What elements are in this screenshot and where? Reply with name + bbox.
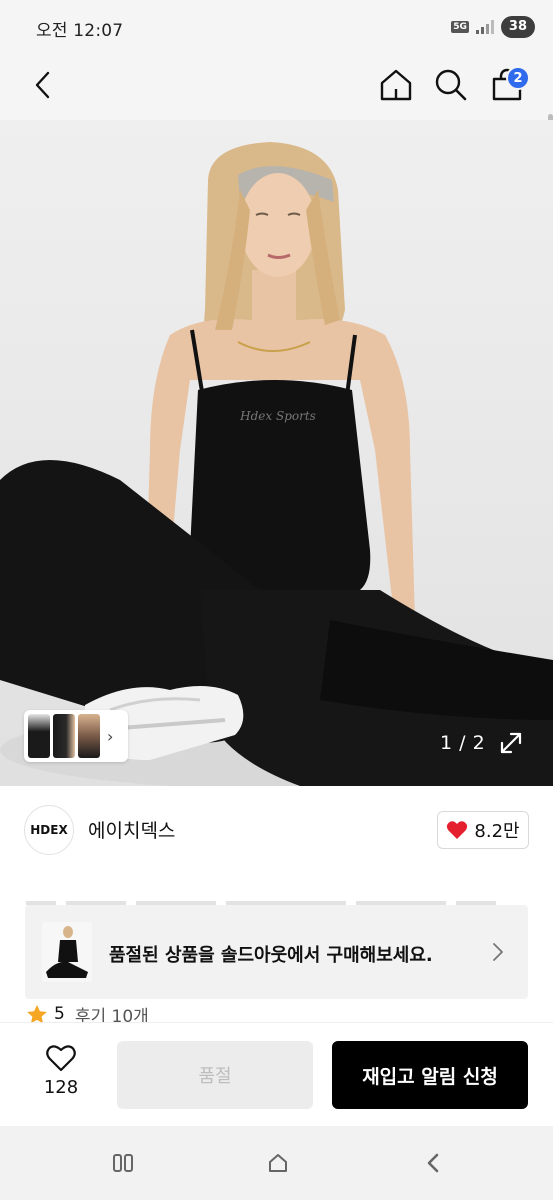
thumbnail[interactable] — [28, 714, 50, 758]
soldout-button: 품절 — [117, 1041, 313, 1109]
thumbnail-strip[interactable]: › — [24, 710, 128, 762]
search-icon — [435, 69, 467, 101]
brand-name[interactable]: 에이치덱스 — [88, 816, 175, 843]
cart-button[interactable]: 2 — [484, 62, 530, 108]
battery-indicator: 38 — [500, 16, 535, 38]
system-back-button[interactable] — [416, 1146, 450, 1180]
obscured-text-line — [26, 901, 496, 905]
cart-count-badge: 2 — [506, 66, 530, 90]
status-bar: 오전 12:07 5G 38 — [0, 0, 553, 52]
product-image-gallery[interactable]: Hdex Sports › 1 / 2 — [0, 120, 553, 786]
restock-alert-button[interactable]: 재입고 알림 신청 — [332, 1041, 528, 1109]
product-photo: Hdex Sports — [0, 142, 553, 786]
recent-apps-icon — [113, 1154, 133, 1172]
status-time: 오전 12:07 — [36, 21, 124, 41]
network-badge: 5G — [451, 21, 469, 33]
thumbnail[interactable] — [78, 714, 100, 758]
home-button[interactable] — [373, 62, 419, 108]
thumbnail[interactable] — [53, 714, 75, 758]
restock-label: 재입고 알림 신청 — [362, 1065, 498, 1088]
system-home-button[interactable] — [261, 1146, 295, 1180]
search-button[interactable] — [428, 62, 474, 108]
chevron-right-icon[interactable]: › — [107, 727, 113, 746]
image-page-counter: 1 / 2 — [440, 732, 486, 754]
system-nav-bar — [0, 1126, 553, 1200]
wishlist-button[interactable]: 128 — [30, 1043, 92, 1113]
chevron-left-icon — [35, 71, 50, 99]
signal-icon — [475, 20, 494, 34]
back-button[interactable] — [20, 62, 66, 108]
chevron-left-icon — [427, 1153, 439, 1173]
recent-apps-button[interactable] — [106, 1146, 140, 1180]
wishlist-count: 128 — [43, 1077, 79, 1098]
status-icons: 5G 38 — [451, 15, 535, 39]
brand-logo[interactable]: HDEX — [24, 805, 74, 855]
heart-icon — [447, 821, 468, 839]
chevron-right-icon — [493, 943, 503, 961]
bottom-action-bar: 128 품절 재입고 알림 신청 — [0, 1022, 553, 1126]
like-count: 8.2만 — [474, 821, 520, 842]
heart-outline-icon — [46, 1045, 76, 1072]
home-icon — [269, 1154, 287, 1172]
soldout-promo-banner[interactable]: 품절된 상품을 솔드아웃에서 구매해보세요. — [25, 905, 528, 999]
like-button[interactable]: 8.2만 — [437, 811, 529, 849]
home-icon — [380, 69, 412, 101]
expand-icon — [500, 732, 522, 754]
banner-text: 품절된 상품을 솔드아웃에서 구매해보세요. — [109, 945, 433, 966]
svg-text:Hdex Sports: Hdex Sports — [239, 409, 316, 423]
brand-logo-text: HDEX — [30, 823, 68, 837]
soldout-label: 품절 — [198, 1066, 232, 1087]
top-nav: 2 — [0, 52, 553, 182]
brand-row: HDEX 에이치덱스 8.2만 — [0, 786, 553, 876]
banner-thumbnail — [42, 922, 92, 982]
expand-button[interactable] — [496, 728, 526, 758]
rating-score: 5 — [54, 1004, 65, 1024]
